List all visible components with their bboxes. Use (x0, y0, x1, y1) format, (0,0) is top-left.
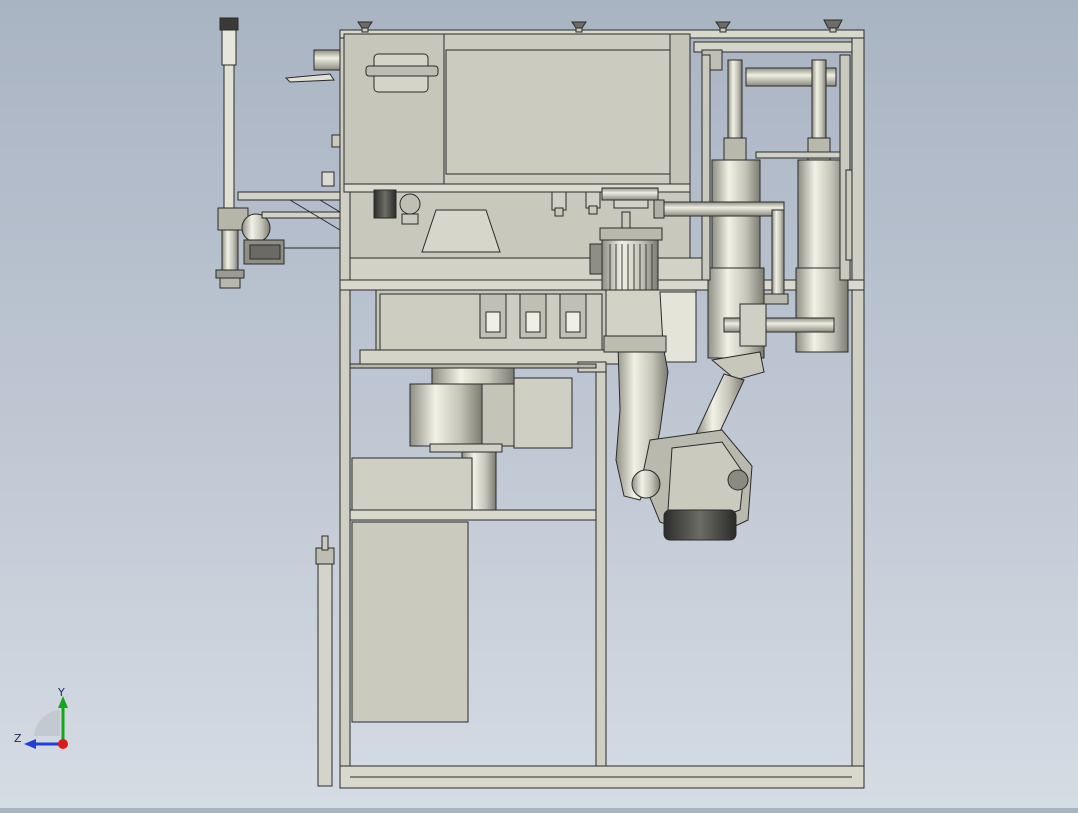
side-rail (315, 535, 335, 787)
right-filter-columns (693, 41, 853, 359)
z-axis-arrowhead (24, 739, 36, 749)
machine-assembly-drawing (215, 17, 865, 789)
y-axis-label: Y (57, 686, 65, 699)
upper-cabinet (343, 33, 691, 193)
robot-arm (603, 335, 765, 541)
left-lift-column (215, 17, 285, 289)
triad-plane-icon (34, 710, 60, 736)
lower-cabinet-panel (351, 457, 473, 723)
cad-model-viewport[interactable] (0, 0, 1078, 808)
z-axis-label: Z (14, 732, 22, 745)
view-orientation-triad[interactable]: Y Z (10, 684, 80, 754)
x-axis-dot (58, 739, 68, 749)
side-handle (284, 49, 343, 187)
